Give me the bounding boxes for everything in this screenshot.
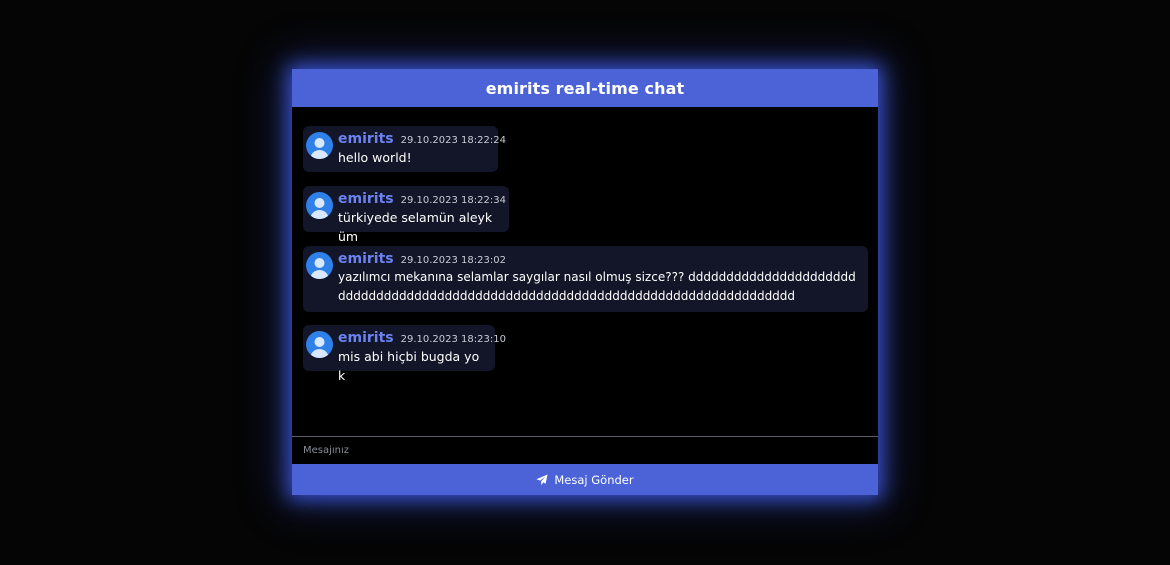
send-message-button[interactable]: Mesaj Gönder [292, 464, 878, 495]
message-timestamp: 29.10.2023 18:23:10 [400, 334, 506, 345]
message-username: emirits [338, 131, 394, 147]
message-username: emirits [338, 251, 394, 267]
chat-window: emirits real-time chat emirits 29.10.202… [292, 69, 878, 495]
message-timestamp: 29.10.2023 18:22:24 [400, 135, 506, 146]
message-text: yazılımcı mekanına selamlar saygılar nas… [338, 270, 856, 303]
chat-title: emirits real-time chat [485, 78, 685, 98]
message-item: emirits 29.10.2023 18:23:02 yazılımcı me… [303, 246, 868, 312]
send-button-label: Mesaj Gönder [554, 472, 634, 487]
message-item: emirits 29.10.2023 18:22:24 hello world! [303, 126, 506, 172]
message-text: hello world! [338, 150, 412, 165]
user-avatar-icon [306, 331, 333, 358]
message-input-bar [292, 436, 878, 464]
message-text: türkiyede selamün aleyküm [338, 210, 493, 244]
message-list[interactable]: emirits 29.10.2023 18:22:24 hello world!… [292, 107, 878, 436]
message-timestamp: 29.10.2023 18:22:34 [400, 195, 506, 206]
message-timestamp: 29.10.2023 18:23:02 [400, 255, 506, 266]
message-username: emirits [338, 191, 394, 207]
message-text: mis abi hiçbi bugda yok [338, 349, 480, 383]
message-username: emirits [338, 330, 394, 346]
chat-header: emirits real-time chat [292, 69, 878, 107]
user-avatar-icon [306, 192, 333, 219]
message-input[interactable] [292, 437, 878, 464]
message-item: emirits 29.10.2023 18:22:34 türkiyede se… [303, 186, 509, 244]
message-item: emirits 29.10.2023 18:23:10 mis abi hiçb… [303, 325, 506, 383]
user-avatar-icon [306, 132, 333, 159]
paper-plane-icon [536, 474, 548, 486]
user-avatar-icon [306, 252, 333, 279]
